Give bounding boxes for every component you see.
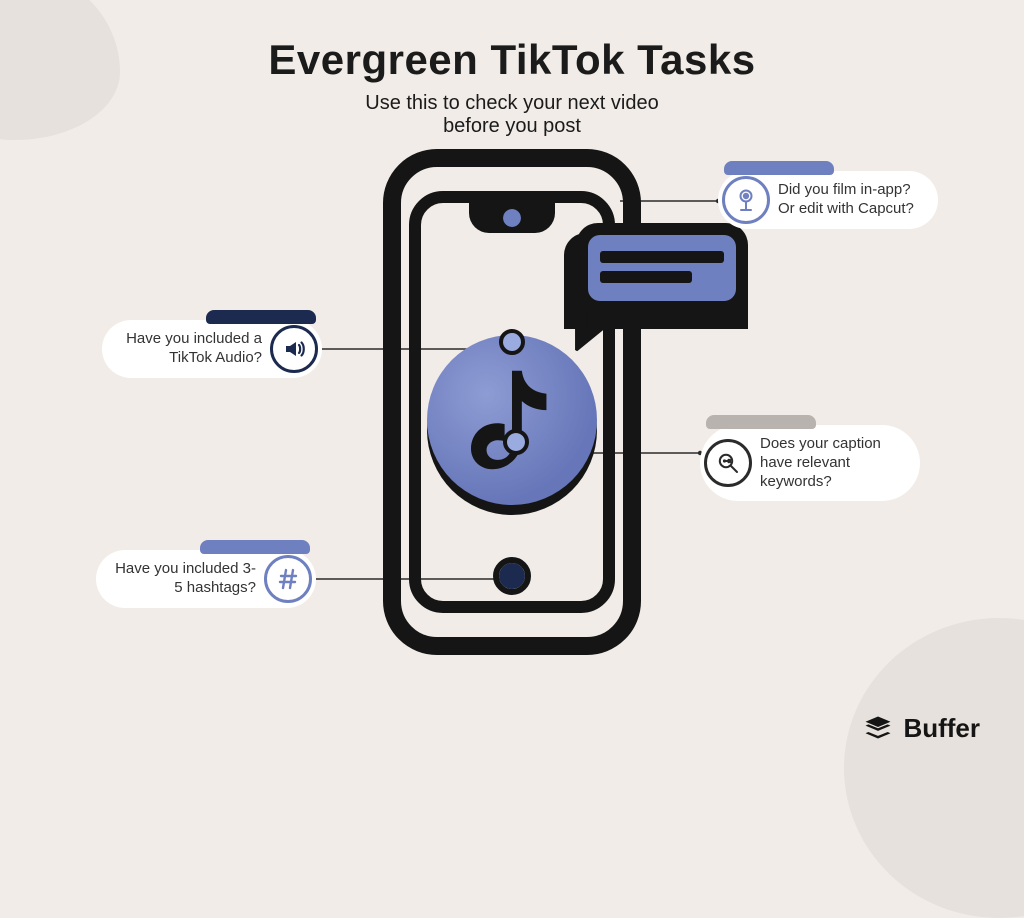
- brand-name: Buffer: [903, 713, 980, 744]
- callout-tab: [724, 161, 834, 175]
- anchor-audio: [503, 333, 521, 351]
- phone-camera-dot: [503, 209, 521, 227]
- tiktok-note-icon: [471, 370, 553, 470]
- callout-tab: [706, 415, 816, 429]
- search-key-icon: [704, 439, 752, 487]
- callout-film-in-app: Did you film in-app? Or edit with Capcut…: [718, 171, 938, 229]
- page-title: Evergreen TikTok Tasks: [0, 36, 1024, 84]
- header: Evergreen TikTok Tasks Use this to check…: [0, 0, 1024, 138]
- diagram-stage: Have you included a TikTok Audio? Have y…: [0, 135, 1024, 675]
- bubble-line-1: [600, 251, 724, 263]
- callout-caption-keywords: Does your caption have relevant keywords…: [700, 425, 920, 501]
- anchor-caption: [507, 433, 525, 451]
- callout-text: Have you included a TikTok Audio?: [116, 330, 262, 368]
- subtitle-line-2: before you post: [443, 115, 581, 137]
- phone-notch: [469, 199, 555, 233]
- callout-text: Did you film in-app? Or edit with Capcut…: [778, 181, 924, 219]
- tiktok-disc: [427, 335, 597, 505]
- ringlight-icon: [722, 176, 770, 224]
- callout-audio: Have you included a TikTok Audio?: [102, 320, 322, 378]
- hashtag-icon: [264, 555, 312, 603]
- callout-text: Does your caption have relevant keywords…: [760, 435, 906, 491]
- subtitle-line-1: Use this to check your next video: [365, 92, 658, 114]
- sound-icon: [270, 325, 318, 373]
- callout-hashtags: Have you included 3-5 hashtags?: [96, 550, 316, 608]
- callout-tab: [206, 310, 316, 324]
- buffer-icon: [863, 714, 893, 744]
- callout-text: Have you included 3-5 hashtags?: [110, 560, 256, 598]
- brand-logo: Buffer: [863, 713, 980, 744]
- callout-tab: [200, 540, 310, 554]
- page-subtitle: Use this to check your next video before…: [0, 92, 1024, 138]
- anchor-hashtag: [499, 563, 525, 589]
- bubble-line-2: [600, 271, 692, 283]
